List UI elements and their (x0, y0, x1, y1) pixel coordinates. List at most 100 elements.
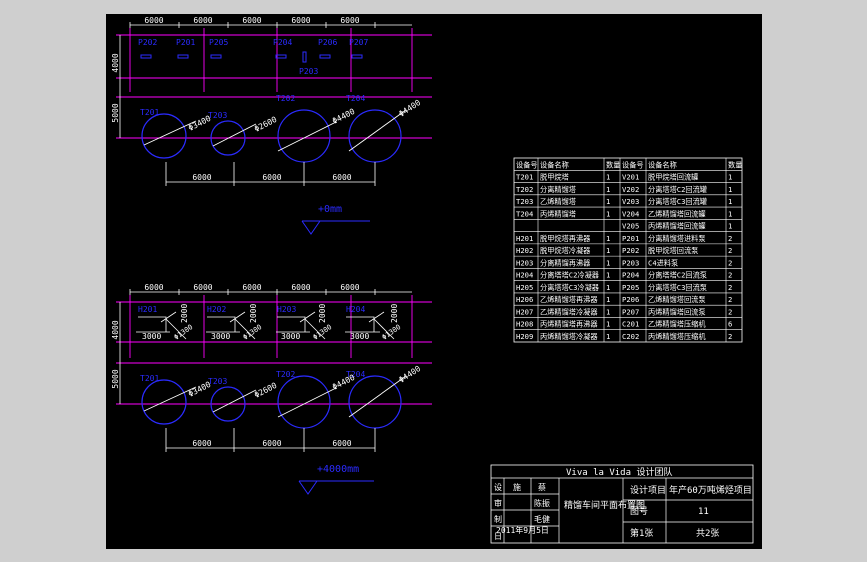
table-cell: T202 (516, 185, 533, 194)
dim-top-lower-1: 6000 (144, 283, 163, 292)
table-cell: H205 (516, 283, 533, 292)
table-cell: 1 (728, 173, 732, 182)
table-cell: C4进料泵 (648, 258, 678, 267)
pump-label-p203: P203 (299, 67, 318, 76)
table-cell: 丙烯精馏塔回流泵 (648, 307, 706, 316)
table-cell: 乙烯精馏塔 (540, 197, 576, 206)
table-header-cell: 设备名称 (540, 160, 569, 169)
tank-dia-t204-lower: Φ4400 (397, 364, 422, 385)
dim-bottom-1: 6000 (192, 173, 211, 182)
table-cell: 丙烯精馏塔再沸器 (540, 320, 598, 329)
title-sheet: 第1张 (630, 527, 653, 539)
dim-bottom-lower-1: 6000 (192, 439, 211, 448)
table-cell: T201 (516, 173, 533, 182)
dim-4000-upper: 4000 (111, 53, 120, 72)
title-cell-1: 设 (494, 482, 502, 492)
table-cell: H204 (516, 271, 533, 280)
hx-dim-h-4: 3000 (350, 332, 369, 341)
dim-top-5: 6000 (340, 16, 359, 25)
table-cell: P205 (622, 283, 639, 292)
dim-top-2: 6000 (193, 16, 212, 25)
table-cell: 脱甲烷塔冷凝器 (540, 246, 590, 255)
heat-exchanger-row: H201 H202 H203 H204 2000 2000 2000 2000 … (136, 304, 402, 342)
table-cell: 分离塔塔C3回流罐 (648, 197, 707, 206)
tank-dia-t203-upper: Φ2600 (253, 115, 279, 134)
hx-label-h201: H201 (138, 305, 157, 314)
table-cell: 1 (606, 258, 610, 267)
tank-label-t204-upper: T204 (346, 94, 365, 103)
table-header-cell: 数量 (728, 160, 742, 169)
table-cell: P203 (622, 258, 639, 267)
table-cell: P201 (622, 234, 639, 243)
table-cell: V205 (622, 222, 639, 231)
tank-dia-t204-upper: Φ4400 (397, 98, 422, 119)
table-cell: 1 (606, 246, 610, 255)
table-cell: 丙烯精馏塔回流罐 (648, 222, 706, 231)
table-cell: 丙烯精馏塔压缩机 (648, 332, 706, 341)
table-cell: V201 (622, 173, 639, 182)
table-cell: 丙烯精馏塔 (540, 209, 576, 218)
dim-bottom-lower-3: 6000 (332, 439, 351, 448)
title-date: 2011年9月5日 (496, 525, 549, 535)
tank-row-upper: T201 T203 T202 T204 Φ3400 Φ2600 Φ4400 Φ4… (140, 94, 422, 163)
table-cell: 1 (728, 185, 732, 194)
table-cell: 乙烯精馏塔压缩机 (648, 320, 706, 329)
hx-dia-3: Φ1300 (312, 323, 334, 342)
table-cell: 分离塔塔C2回流泵 (648, 271, 707, 280)
table-cell: 乙烯精馏塔再沸器 (540, 295, 598, 304)
title-block: Viva la Vida 设计团队 设 审 制 日 施 蔡 毛健 陈振 2011… (490, 464, 754, 544)
hx-label-h204: H204 (346, 305, 365, 314)
dim-bottom-3: 6000 (332, 173, 351, 182)
equipment-table: 设备号 设备名称 数量 设备号 设备名称 数量T201 脱甲烷塔 1 V201 脱甲烷塔回流罐 1T… (513, 157, 743, 343)
hx-dim-v-2: 2000 (249, 304, 258, 323)
hx-dim-v-4: 2000 (390, 304, 399, 323)
level-label-upper: +0mm (318, 204, 342, 215)
tank-row-lower: T201 T203 T202 T204 Φ3400 Φ2600 Φ4400 Φ4… (140, 364, 422, 429)
table-cell: 1 (606, 197, 610, 206)
tank-dia-t203-lower: Φ2600 (253, 381, 279, 400)
upper-plan: 6000 6000 6000 6000 6000 4000 5000 P202 … (111, 16, 432, 235)
table-cell: 1 (606, 307, 610, 316)
table-cell: 分离塔塔C3回流泵 (648, 283, 707, 292)
table-cell: H207 (516, 307, 533, 316)
pump-label-p205: P205 (209, 38, 228, 47)
table-cell: 分离塔塔C2回流罐 (648, 185, 707, 194)
title-total: 共2张 (696, 528, 719, 539)
tank-label-t203-upper: T203 (208, 111, 227, 120)
dim-top-lower-3: 6000 (242, 283, 261, 292)
table-cell: V203 (622, 197, 639, 206)
table-cell: P206 (622, 295, 639, 304)
title-page-no: 11 (698, 507, 709, 517)
table-cell: 1 (606, 209, 610, 218)
table-cell: 1 (728, 209, 732, 218)
hx-dim-v-3: 2000 (318, 304, 327, 323)
pump-row: P202 P201 P205 P204 P206 P207 P203 (138, 38, 368, 76)
table-cell: 分离塔塔C2冷凝器 (540, 271, 599, 280)
table-cell: T203 (516, 197, 533, 206)
hx-label-h202: H202 (207, 305, 226, 314)
table-cell: 1 (728, 197, 732, 206)
hx-label-h203: H203 (277, 305, 296, 314)
title-cell-2: 审 (494, 498, 502, 508)
table-cell: 1 (606, 295, 610, 304)
table-cell: H201 (516, 234, 533, 243)
table-cell: 1 (606, 185, 610, 194)
table-cell: 脱甲烷塔 (540, 173, 569, 182)
table-cell: H206 (516, 295, 533, 304)
title-name-2: 蔡 (538, 482, 546, 492)
table-cell: 1 (728, 222, 732, 231)
dim-bottom-lower-2: 6000 (262, 439, 281, 448)
dim-top-4: 6000 (291, 16, 310, 25)
table-cell: 2 (728, 283, 732, 292)
table-cell: 2 (728, 234, 732, 243)
tank-label-t202-upper: T202 (276, 94, 295, 103)
table-cell: V204 (622, 209, 639, 218)
table-cell: H203 (516, 258, 533, 267)
title-project-label: 设计项目 (630, 484, 666, 496)
dim-bottom-2: 6000 (262, 173, 281, 182)
table-cell: 分离精馏塔 (540, 185, 576, 194)
title-team: Viva la Vida 设计团队 (566, 466, 672, 478)
table-cell: 2 (728, 332, 732, 341)
tank-label-t201-lower: T201 (140, 374, 159, 383)
hx-dia-4: Φ1300 (381, 323, 403, 342)
